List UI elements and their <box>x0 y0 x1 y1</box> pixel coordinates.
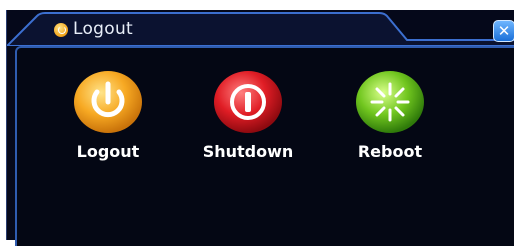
power-off-icon <box>213 70 283 134</box>
logout-label: Logout <box>76 142 140 161</box>
close-button[interactable]: ✕ <box>493 20 514 42</box>
restart-burst-icon <box>355 70 425 134</box>
reboot-label: Reboot <box>357 142 423 161</box>
logout-button[interactable]: Logout <box>53 70 163 161</box>
window-title: Logout <box>73 19 134 39</box>
logout-dialog: Logout ✕ Logout Shutdown Reboot <box>6 10 514 246</box>
shutdown-button[interactable]: Shutdown <box>193 70 303 161</box>
power-icon <box>73 70 143 134</box>
title-bar: Logout ✕ <box>7 10 514 46</box>
shutdown-label: Shutdown <box>202 142 294 161</box>
logout-title-icon <box>54 23 68 37</box>
reboot-button[interactable]: Reboot <box>335 70 445 161</box>
